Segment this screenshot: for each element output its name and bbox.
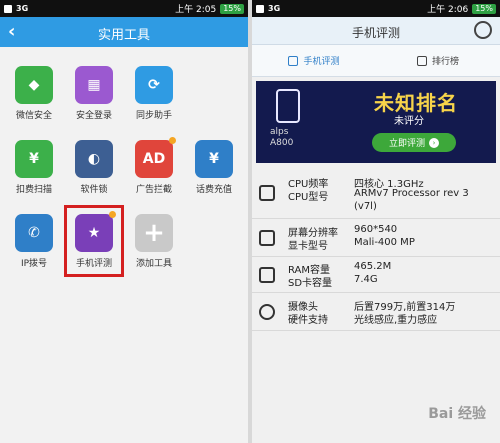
spec-value: 465.2M: [354, 261, 392, 272]
search-icon[interactable]: [474, 21, 492, 39]
spec-label: 显卡型号: [288, 241, 328, 252]
highlight-box: [64, 205, 124, 277]
yuan-scan-icon: ¥: [15, 140, 53, 178]
spec-group-display: 屏幕分辨率 显卡型号 960*540 Mali-400 MP: [252, 219, 500, 257]
phone-tab-icon: [288, 55, 299, 66]
tool-label: 扣费扫描: [15, 185, 52, 195]
tool-tile-app-lock[interactable]: ◐ 软件锁: [66, 140, 122, 195]
network-type: 3G: [268, 4, 281, 13]
network-type: 3G: [16, 4, 29, 13]
tool-label: 话费充值: [195, 185, 232, 195]
cpu-icon: [259, 185, 275, 201]
tab-label: 手机评测: [303, 57, 340, 67]
tool-tile-secure-login[interactable]: ▦ 安全登录: [66, 66, 122, 121]
wechat-shield-icon: ◆: [15, 66, 53, 104]
device-name: A800: [270, 138, 294, 148]
spec-value: (v7l): [354, 201, 377, 212]
score-text: 未评分: [394, 116, 424, 127]
tool-label: IP拨号: [20, 259, 48, 269]
camera-icon: [259, 304, 275, 320]
notification-icon: [256, 4, 264, 13]
tool-label: 软件锁: [80, 185, 108, 195]
page-title: 手机评测: [351, 26, 400, 40]
app-header: ‹ 实用工具: [0, 17, 248, 47]
plus-icon: +: [135, 214, 173, 252]
status-bar: 3G 上午 2:06 15%: [252, 0, 500, 17]
left-screen: 3G 上午 2:05 15% ‹ 实用工具 ◆ 微信安全 ▦ 安全登录 ⟳ 同步…: [0, 0, 248, 443]
recharge-icon: ¥: [195, 140, 233, 178]
ad-block-icon: AD: [135, 137, 176, 178]
tab-ranking[interactable]: 排行榜: [376, 45, 500, 76]
tool-label: 安全登录: [75, 111, 112, 121]
tool-label: 同步助手: [135, 111, 172, 121]
spec-label: CPU型号: [288, 192, 329, 203]
tab-phone-test[interactable]: 手机评测: [252, 45, 376, 76]
clock: 上午 2:06: [427, 5, 469, 15]
qr-login-icon: ▦: [75, 66, 113, 104]
device-model: alps A800: [270, 127, 293, 149]
arrow-right-icon: ›: [429, 137, 439, 148]
tab-label: 排行榜: [431, 57, 459, 67]
status-bar: 3G 上午 2:05 15%: [0, 0, 248, 17]
tool-tile-sync-assistant[interactable]: ⟳ 同步助手: [126, 66, 182, 121]
tool-label: 广告拦截: [135, 185, 172, 195]
clock: 上午 2:05: [175, 5, 217, 15]
score-banner: alps A800 未知排名 未评分 立即评测 ›: [256, 81, 496, 163]
tool-tile-fee-scan[interactable]: ¥ 扣费扫描: [6, 140, 62, 195]
notification-icon: [4, 4, 12, 13]
battery-level: 15%: [472, 3, 496, 14]
tool-label: 微信安全: [15, 111, 52, 121]
spec-value: 960*540: [354, 224, 398, 235]
spec-group-cpu: CPU频率 CPU型号 四核心 1.3GHz ARMv7 Processor r…: [252, 167, 500, 219]
spec-group-camera: 摄像头 硬件支持 后置799万,前置314万 光线感应,重力感应: [252, 293, 500, 331]
bar-chart-icon: [416, 55, 427, 66]
watermark: Bai 经验: [428, 406, 486, 422]
spec-group-storage: RAM容量 SD卡容量 465.2M 7.4G: [252, 257, 500, 293]
spec-value: 光线感应,重力感应: [354, 315, 438, 326]
memory-icon: [259, 267, 275, 283]
tool-tile-recharge[interactable]: ¥ 话费充值: [186, 140, 242, 195]
spec-label: 硬件支持: [288, 315, 328, 326]
sync-icon: ⟳: [135, 66, 173, 104]
tab-bar: 手机评测 排行榜: [252, 45, 500, 77]
app-header: 手机评测: [252, 17, 500, 45]
tool-label: 添加工具: [135, 259, 172, 269]
tool-tile-add-tool[interactable]: + 添加工具: [126, 214, 182, 269]
spec-value: ARMv7 Processor rev 3: [354, 188, 469, 199]
button-label: 立即评测: [388, 139, 425, 149]
spec-label: SD卡容量: [288, 278, 333, 289]
spec-value: 7.4G: [354, 274, 378, 285]
start-test-button[interactable]: 立即评测 ›: [372, 133, 456, 152]
lock-icon: ◐: [75, 140, 113, 178]
new-badge-dot: [169, 137, 176, 144]
spec-value: Mali-400 MP: [354, 237, 415, 248]
device-brand: alps: [270, 127, 289, 137]
tool-tile-ad-block[interactable]: AD 广告拦截: [126, 137, 182, 195]
phone-outline-icon: [276, 89, 300, 123]
gpu-icon: [259, 230, 275, 246]
battery-level: 15%: [220, 3, 244, 14]
tool-tile-wechat-security[interactable]: ◆ 微信安全: [6, 66, 62, 121]
tool-tile-ip-dial[interactable]: ✆ IP拨号: [6, 214, 62, 269]
page-title: 实用工具: [97, 28, 150, 43]
phone-icon: ✆: [15, 214, 53, 252]
